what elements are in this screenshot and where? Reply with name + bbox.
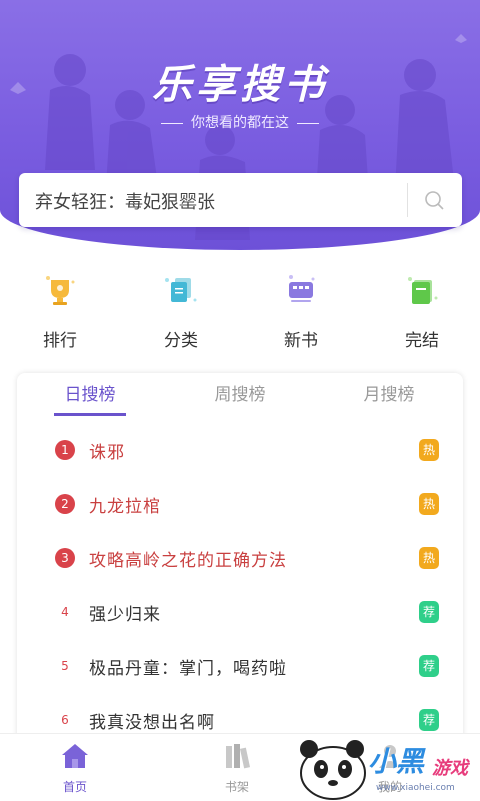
recommend-badge: 荐 (419, 655, 439, 677)
hot-badge: 热 (419, 493, 439, 515)
rank-number: 1 (55, 440, 75, 460)
ranking-tabs: 日搜榜 周搜榜 月搜榜 (17, 373, 463, 416)
ranking-row[interactable]: 5 极品丹童：掌门，喝药啦 荐 (17, 642, 463, 696)
category-finished[interactable]: 完结 (377, 270, 467, 351)
ranking-row[interactable]: 1 诛邪 热 (17, 426, 463, 480)
tab-daily[interactable]: 日搜榜 (35, 380, 145, 405)
app-logo: 乐享搜书 (152, 62, 328, 108)
ranking-row[interactable]: 2 九龙拉棺 热 (17, 480, 463, 534)
new-book-icon (289, 275, 315, 302)
slogan: 你想看的都在这 (0, 112, 480, 132)
active-tab-indicator (54, 413, 126, 416)
slogan-left-line (161, 122, 183, 124)
rank-number: 5 (61, 659, 69, 673)
book-title[interactable]: 攻略高岭之花的正确方法 (89, 546, 287, 571)
nav-label: 首页 (62, 780, 87, 794)
home-icon (62, 744, 88, 768)
search-input[interactable]: 弃女轻狂：毒妃狠罂张 (35, 188, 215, 214)
category-icon (165, 278, 197, 302)
watermark-brand-sub: 游戏 (432, 758, 468, 779)
book-title[interactable]: 极品丹童：掌门，喝药啦 (89, 654, 287, 679)
nav-label: 书架 (224, 780, 249, 794)
rank-number: 6 (61, 713, 69, 727)
book-title[interactable]: 强少归来 (89, 600, 161, 625)
rank-number: 4 (61, 605, 69, 619)
category-ranking[interactable]: 排行 (15, 270, 105, 351)
nav-bookshelf[interactable]: 书架 (197, 742, 277, 795)
rank-number: 3 (55, 548, 75, 568)
ranking-panel: 日搜榜 周搜榜 月搜榜 1 诛邪 热 2 九龙拉棺 热 3 攻略高岭之花的正确方… (17, 373, 463, 753)
search-icon[interactable] (423, 189, 445, 211)
category-label: 完结 (405, 331, 439, 351)
category-bar: 排行 分类 新书 完结 (0, 270, 480, 351)
trophy-icon (46, 276, 75, 305)
ranking-row[interactable]: 4 强少归来 荐 (17, 588, 463, 642)
category-label: 排行 (43, 331, 77, 351)
slogan-text: 你想看的都在这 (191, 115, 289, 131)
tab-weekly[interactable]: 周搜榜 (185, 380, 295, 405)
book-title[interactable]: 诛邪 (89, 438, 125, 463)
category-label: 分类 (164, 331, 198, 351)
recommend-badge: 荐 (419, 601, 439, 623)
watermark-url: www.xiaohei.com (376, 783, 455, 793)
recommend-badge: 荐 (419, 709, 439, 731)
tab-monthly[interactable]: 月搜榜 (334, 380, 444, 405)
watermark-brand: 小黑 (368, 745, 425, 778)
hot-badge: 热 (419, 439, 439, 461)
hot-badge: 热 (419, 547, 439, 569)
search-divider (407, 183, 408, 217)
rank-number: 2 (55, 494, 75, 514)
nav-home[interactable]: 首页 (35, 742, 115, 795)
ranking-row[interactable]: 3 攻略高岭之花的正确方法 热 (17, 534, 463, 588)
book-title[interactable]: 我真没想出名啊 (89, 708, 215, 733)
search-bar[interactable]: 弃女轻狂：毒妃狠罂张 (19, 173, 462, 227)
bookshelf-icon (226, 744, 251, 769)
category-label: 新书 (284, 331, 318, 351)
slogan-right-line (297, 122, 319, 124)
finished-book-icon (408, 277, 438, 304)
category-classify[interactable]: 分类 (136, 270, 226, 351)
category-new-books[interactable]: 新书 (256, 270, 346, 351)
book-title[interactable]: 九龙拉棺 (89, 492, 161, 517)
